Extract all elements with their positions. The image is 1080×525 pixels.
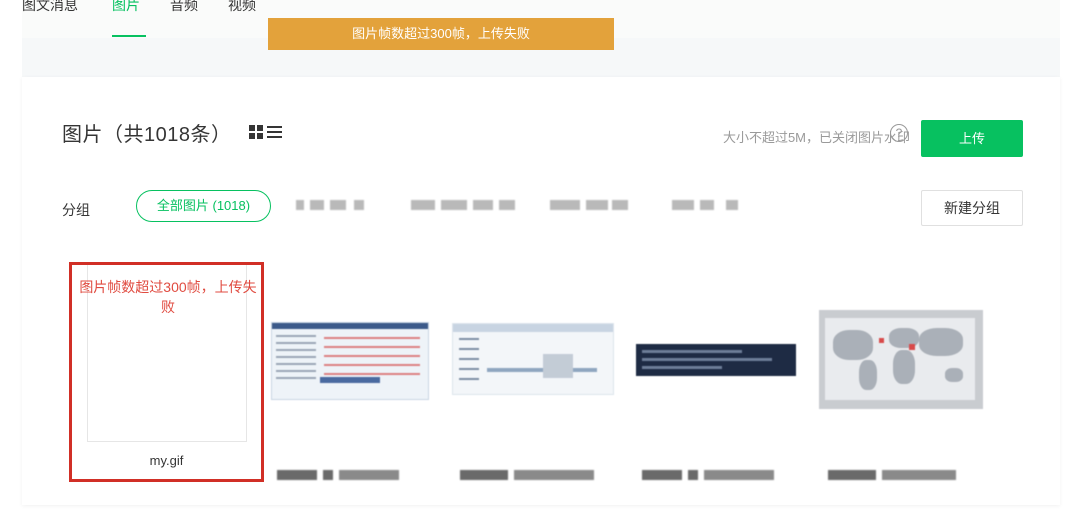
- image-thumbnail-4[interactable]: [819, 310, 983, 409]
- tab-images[interactable]: 图片: [112, 0, 140, 14]
- image-caption-2: [460, 470, 600, 480]
- grid-view-icon[interactable]: [249, 125, 263, 139]
- upload-button[interactable]: 上传: [921, 120, 1023, 157]
- group-all-images[interactable]: 全部图片 (1018): [136, 190, 271, 222]
- group-tab-blurred-1[interactable]: [296, 200, 376, 210]
- new-group-button[interactable]: 新建分组: [921, 190, 1023, 226]
- image-caption-3: [642, 470, 782, 480]
- image-caption-1: [277, 470, 407, 480]
- tab-video[interactable]: 视频: [228, 0, 256, 14]
- image-caption-4: [828, 470, 958, 480]
- upload-hint: 大小不超过5M，已关闭图片水印: [722, 130, 910, 145]
- failed-upload-card[interactable]: 图片帧数超过300帧，上传失败 my.gif: [69, 262, 264, 482]
- active-tab-indicator: [112, 35, 146, 37]
- image-thumbnail-3[interactable]: [636, 344, 796, 376]
- image-thumbnail-1[interactable]: [271, 322, 429, 400]
- image-filename: my.gif: [149, 453, 184, 468]
- upload-error-message: 图片帧数超过300帧，上传失败: [79, 279, 257, 315]
- tab-news[interactable]: 图文消息: [22, 0, 78, 14]
- group-label: 分组: [62, 202, 90, 218]
- group-tab-blurred-2[interactable]: [411, 200, 521, 210]
- group-tab-blurred-3[interactable]: [550, 200, 630, 210]
- image-thumbnail-2[interactable]: [452, 323, 614, 395]
- help-icon[interactable]: ?: [890, 124, 908, 142]
- group-tab-blurred-4[interactable]: [672, 200, 752, 210]
- page-title: 图片（共1018条）: [62, 124, 232, 146]
- error-toast: 图片帧数超过300帧，上传失败: [268, 18, 614, 50]
- list-view-icon[interactable]: [267, 125, 282, 139]
- tab-audio[interactable]: 音频: [170, 0, 198, 14]
